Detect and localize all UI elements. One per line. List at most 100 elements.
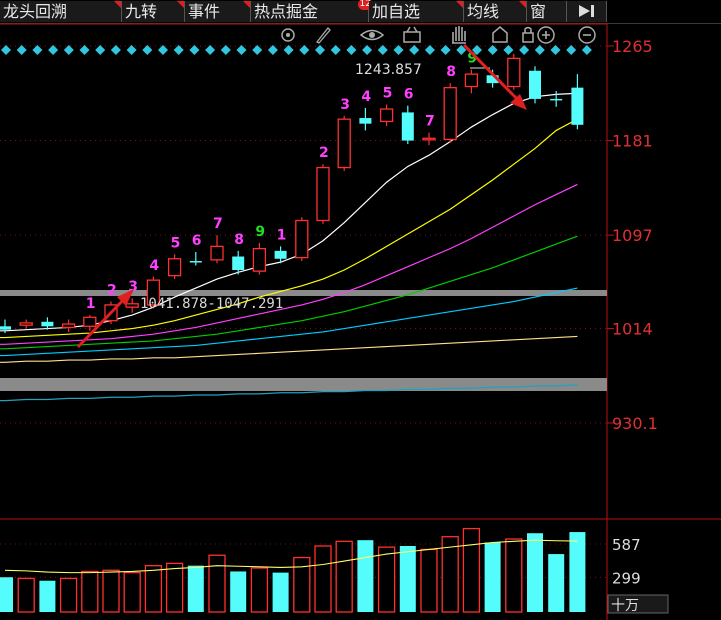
candle <box>19 319 33 329</box>
candle <box>529 66 541 104</box>
candle-body <box>189 261 202 263</box>
home-icon[interactable] <box>492 26 508 43</box>
candle <box>464 69 479 94</box>
volume-bar <box>165 562 184 613</box>
volume-bar <box>59 577 78 613</box>
volume-bar <box>357 540 374 612</box>
price-tick-label: 1265 <box>612 37 653 56</box>
volume-bar <box>230 571 247 612</box>
candle-body <box>379 108 394 123</box>
nine-turn-labels: 12 345 678 9 123 4 5 6789 <box>86 51 477 312</box>
diamond-marker <box>424 45 435 55</box>
zoom-out-icon[interactable] <box>578 26 596 44</box>
candle-body <box>125 303 139 308</box>
volume-bar <box>462 527 481 613</box>
high-price-label: 1243.857 <box>355 62 422 78</box>
volume-bar <box>569 532 586 612</box>
candle-body <box>464 73 479 88</box>
candle-body <box>41 321 54 327</box>
zoom-in-icon[interactable] <box>537 26 555 44</box>
nine-turn-count: 5 <box>383 86 393 102</box>
volume-bar <box>272 572 289 612</box>
diamond-marker <box>95 45 106 55</box>
candle-body <box>571 87 584 125</box>
candle <box>61 319 76 332</box>
candle <box>379 104 394 126</box>
volume-bar <box>208 554 226 613</box>
volume-bar <box>17 577 35 613</box>
candlestick-chart[interactable]: 12 345 678 9 123 4 5 6789 1265118110971014930.1… <box>0 0 721 620</box>
price-tick-label: 1014 <box>612 320 653 339</box>
nine-turn-count: 1 <box>277 227 287 243</box>
candle-body <box>359 118 372 124</box>
diamond-marker <box>315 45 325 55</box>
gear-icon[interactable] <box>281 28 295 42</box>
diamond-marker <box>346 45 357 55</box>
diamond-marker <box>330 45 341 55</box>
diamond-marker <box>377 45 388 55</box>
candle-body <box>232 256 245 271</box>
pen-icon[interactable] <box>315 27 331 44</box>
price-tick-label: 1181 <box>612 132 653 151</box>
diamond-marker <box>48 45 59 55</box>
hand-icon[interactable] <box>452 26 466 44</box>
nine-turn-count: 4 <box>361 89 371 105</box>
candle <box>571 74 584 130</box>
candle <box>189 252 202 266</box>
lock-icon[interactable] <box>522 26 534 43</box>
candle <box>167 254 182 280</box>
eye-icon[interactable] <box>359 29 385 41</box>
volume-tick-label: 587 <box>612 536 641 554</box>
nine-turn-count: 5 <box>171 235 181 251</box>
candle-body <box>61 323 76 329</box>
candle-body <box>295 219 309 259</box>
candle-body <box>274 250 287 259</box>
candle <box>507 53 521 90</box>
volume-bar <box>377 546 396 613</box>
support-zone-band <box>0 378 607 391</box>
volume-bar <box>527 533 543 612</box>
price-tick-label: 1097 <box>612 226 653 245</box>
nine-turn-count: 8 <box>446 64 456 80</box>
nine-turn-count: 2 <box>107 283 117 299</box>
volume-bar <box>505 538 523 613</box>
chart-toolbar <box>281 26 596 44</box>
candle <box>295 217 309 262</box>
nine-turn-count: 6 <box>192 233 202 249</box>
volume-tick-label: 299 <box>612 569 641 587</box>
volume-bars <box>0 527 586 613</box>
nine-turn-count: 7 <box>213 216 223 232</box>
diamond-marker <box>220 45 231 55</box>
diamond-marker <box>158 45 168 55</box>
volume-bar <box>39 580 56 612</box>
volume-bar <box>187 565 204 612</box>
volume-bar <box>548 554 565 612</box>
diamond-marker <box>534 45 545 55</box>
volume-axis: 587 299 十万 <box>607 536 669 614</box>
diamond-marker <box>1 45 11 55</box>
volume-bar <box>484 542 501 612</box>
nine-turn-count: 9 <box>255 224 265 240</box>
volume-bar <box>335 540 353 613</box>
volume-bar <box>420 548 438 613</box>
volume-bar <box>144 565 163 613</box>
price-tick-label: 930.1 <box>612 414 658 433</box>
diamond-marker <box>503 45 514 55</box>
diamond-marker-row <box>1 45 592 55</box>
candle <box>316 164 330 224</box>
basket-icon[interactable] <box>403 26 421 43</box>
candle-body <box>167 258 182 277</box>
diamond-marker <box>267 45 278 55</box>
diamond-marker <box>550 45 561 55</box>
nine-turn-count: 1 <box>86 296 96 312</box>
volume-bar <box>123 571 141 613</box>
nine-turn-count: 2 <box>319 145 329 161</box>
volume-unit-label: 十万 <box>611 598 639 614</box>
volume-bar <box>102 569 120 613</box>
candle <box>210 235 224 264</box>
nine-turn-count: 6 <box>404 87 414 103</box>
candle-body <box>0 326 11 330</box>
candle-body <box>337 118 351 169</box>
nine-turn-count: 7 <box>425 114 435 130</box>
candle-body <box>19 322 33 326</box>
